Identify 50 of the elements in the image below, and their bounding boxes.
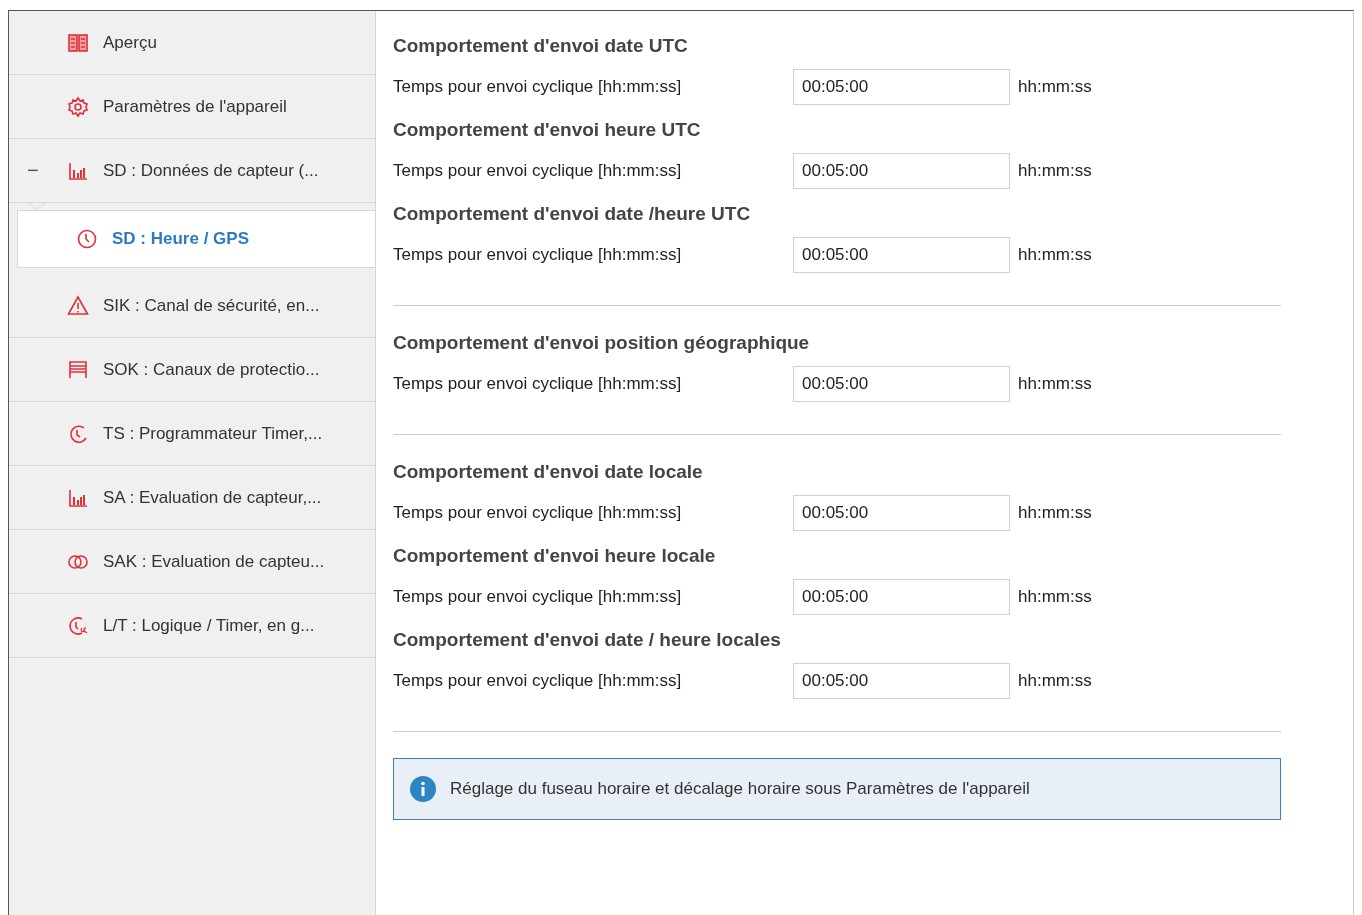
field-label: Temps pour envoi cyclique [hh:mm:ss]	[393, 671, 683, 691]
item-label: SD : Heure / GPS	[112, 229, 249, 249]
time-input[interactable]: 00:05:00	[793, 69, 1010, 105]
section-heading: Comportement d'envoi heure UTC	[393, 119, 702, 141]
shutter-icon	[67, 358, 89, 381]
field-label: Temps pour envoi cyclique [hh:mm:ss]	[393, 503, 683, 523]
item-label: TS : Programmateur Timer,...	[103, 423, 323, 444]
time-input[interactable]: 00:05:00	[793, 237, 1010, 273]
clock-icon	[76, 228, 98, 250]
field-label: Temps pour envoi cyclique [hh:mm:ss]	[393, 374, 683, 394]
gear-icon	[67, 95, 89, 118]
section-heading: Comportement d'envoi heure locale	[393, 545, 717, 567]
field-label: Temps pour envoi cyclique [hh:mm:ss]	[393, 245, 683, 265]
time-input[interactable]: 00:05:00	[793, 663, 1010, 699]
timer-logic-icon	[67, 614, 89, 637]
pointer-notch-icon	[27, 203, 47, 210]
collapse-toggle[interactable]: −	[27, 159, 39, 182]
section-heading: Comportement d'envoi position géographique	[393, 332, 811, 354]
unit-label: hh:mm:ss	[1018, 77, 1092, 97]
section-heading: Comportement d'envoi date /heure UTC	[393, 203, 752, 225]
unit-label: hh:mm:ss	[1018, 587, 1092, 607]
field-label: Temps pour envoi cyclique [hh:mm:ss]	[393, 77, 683, 97]
time-input[interactable]: 00:05:00	[793, 366, 1010, 402]
field-label: Temps pour envoi cyclique [hh:mm:ss]	[393, 587, 683, 607]
section-heading: Comportement d'envoi date UTC	[393, 35, 689, 57]
section-heading: Comportement d'envoi date / heure locales	[393, 629, 782, 651]
section-heading: Comportement d'envoi date locale	[393, 461, 704, 483]
item-label: Paramètres de l'appareil	[103, 96, 287, 117]
item-label: SAK : Evaluation de capteu...	[103, 551, 325, 572]
sidebar-item[interactable]: SD : Heure / GPS	[17, 210, 375, 268]
item-label: SOK : Canaux de protectio...	[103, 359, 320, 380]
unit-label: hh:mm:ss	[1018, 671, 1092, 691]
unit-label: hh:mm:ss	[1018, 503, 1092, 523]
book-icon	[67, 31, 89, 54]
item-label: L/T : Logique / Timer, en g...	[103, 615, 315, 636]
item-label: SIK : Canal de sécurité, en...	[103, 295, 320, 316]
time-input[interactable]: 00:05:00	[793, 495, 1010, 531]
timer-icon	[67, 422, 89, 445]
unit-label: hh:mm:ss	[1018, 374, 1092, 394]
field-label: Temps pour envoi cyclique [hh:mm:ss]	[393, 161, 683, 181]
unit-label: hh:mm:ss	[1018, 245, 1092, 265]
unit-label: hh:mm:ss	[1018, 161, 1092, 181]
item-label: SA : Evaluation de capteur,...	[103, 487, 322, 508]
warning-icon	[67, 294, 89, 317]
item-label: SD : Données de capteur (...	[103, 160, 319, 181]
info-icon	[410, 776, 436, 802]
time-input[interactable]: 00:05:00	[793, 579, 1010, 615]
info-text: Réglage du fuseau horaire et décalage horaire sous Paramètres de l'appareil	[450, 779, 1030, 799]
item-label: Aperçu	[103, 32, 157, 53]
time-input[interactable]: 00:05:00	[793, 153, 1010, 189]
